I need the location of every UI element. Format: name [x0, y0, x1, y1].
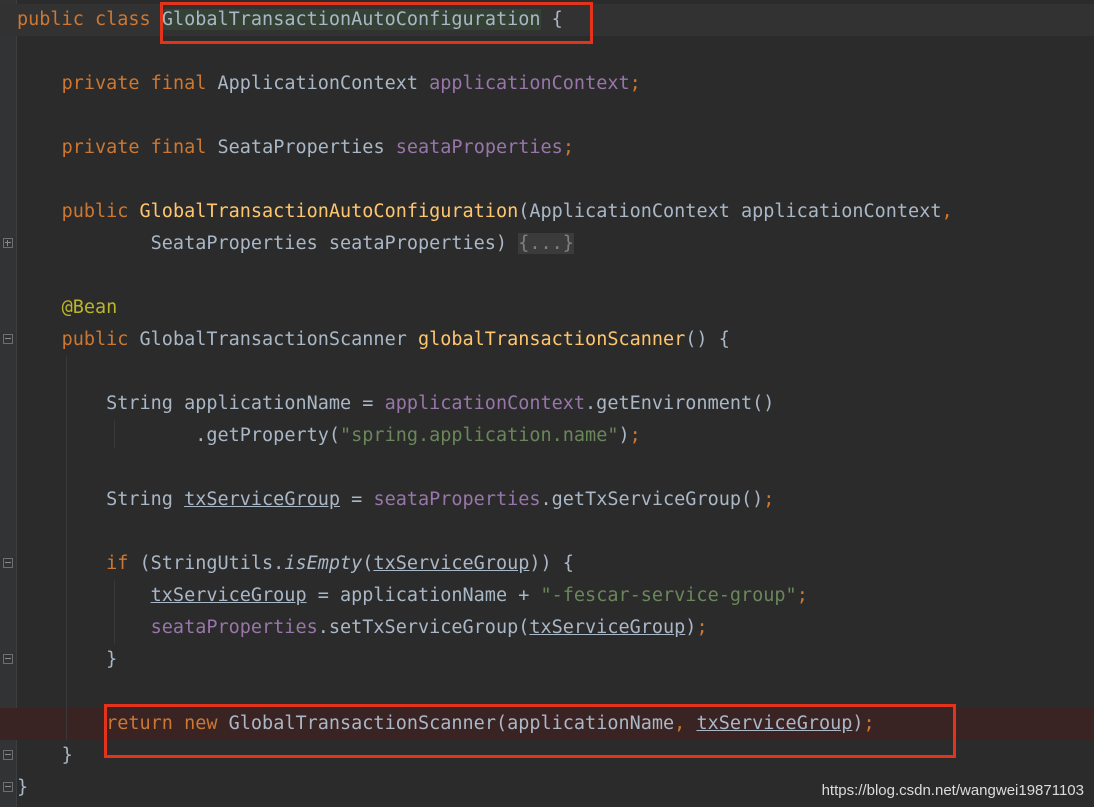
- equals: =: [340, 489, 374, 510]
- keyword-public: public: [61, 201, 129, 222]
- code-line-setter[interactable]: seataProperties.setTxServiceGroup(txServ…: [17, 612, 708, 644]
- close-brace: }: [17, 777, 29, 798]
- decl-type: String: [106, 489, 185, 510]
- decl-text: String applicationName =: [106, 393, 385, 414]
- code-line-field-seata-props[interactable]: private final SeataProperties seataPrope…: [17, 132, 574, 164]
- field-type: SeataProperties: [217, 137, 385, 158]
- semicolon: ;: [562, 137, 574, 158]
- close-paren: ): [685, 617, 697, 638]
- fold-collapse-icon[interactable]: [3, 654, 13, 664]
- field-name: seataProperties: [395, 137, 563, 158]
- highlight-box-return: [104, 704, 956, 758]
- fold-expand-icon[interactable]: [3, 238, 13, 248]
- if-close: )) {: [529, 553, 574, 574]
- fold-collapse-icon[interactable]: [3, 782, 13, 792]
- static-method: isEmpty: [284, 553, 363, 574]
- code-line-ctor-decl[interactable]: public GlobalTransactionAutoConfiguratio…: [17, 196, 953, 228]
- field-name: applicationContext: [429, 73, 630, 94]
- code-line-class-close[interactable]: }: [17, 772, 28, 804]
- fold-collapse-icon[interactable]: [3, 334, 13, 344]
- editor-gutter: [0, 0, 16, 807]
- method-call: .getTxServiceGroup(): [540, 489, 764, 510]
- semicolon: ;: [763, 489, 775, 510]
- semicolon: ;: [629, 73, 641, 94]
- string-literal: "spring.application.name": [340, 425, 619, 446]
- watermark-text: https://blog.csdn.net/wangwei19871103: [821, 782, 1084, 799]
- return-type: GlobalTransactionScanner: [139, 329, 407, 350]
- field-ref: seataProperties: [373, 489, 541, 510]
- ctor-name: GlobalTransactionAutoConfiguration: [139, 201, 519, 222]
- code-line-tx-group[interactable]: String txServiceGroup = seataProperties.…: [17, 484, 774, 516]
- semicolon: ;: [696, 617, 708, 638]
- folded-body[interactable]: {...}: [518, 233, 574, 254]
- keyword-public: public: [61, 329, 129, 350]
- field-ref: applicationContext: [384, 393, 586, 414]
- comma: ,: [941, 201, 953, 222]
- code-line-assign[interactable]: txServiceGroup = applicationName + "-fes…: [17, 580, 808, 612]
- open-paren: (: [362, 553, 374, 574]
- variable-tx-group: txServiceGroup: [150, 585, 307, 606]
- close-paren: ): [618, 425, 630, 446]
- code-line-ctor-params[interactable]: SeataProperties seataProperties) {...}: [17, 228, 574, 260]
- field-type: ApplicationContext: [217, 73, 418, 94]
- field-ref: seataProperties: [150, 617, 318, 638]
- ctor-params: (ApplicationContext applicationContext: [518, 201, 942, 222]
- annotation-bean: @Bean: [61, 297, 118, 318]
- code-line-if[interactable]: if (StringUtils.isEmpty(txServiceGroup))…: [17, 548, 574, 580]
- keyword-public: public: [17, 9, 84, 30]
- code-line-method-close[interactable]: }: [17, 740, 73, 772]
- fold-collapse-icon[interactable]: [3, 558, 13, 568]
- close-brace: }: [61, 745, 73, 766]
- keyword-final: final: [150, 73, 207, 94]
- keyword-private: private: [61, 73, 140, 94]
- method-call: .getProperty(: [195, 425, 341, 446]
- code-line-field-app-context[interactable]: private final ApplicationContext applica…: [17, 68, 641, 100]
- assign-mid: = applicationName +: [306, 585, 541, 606]
- variable-tx-group: txServiceGroup: [373, 553, 530, 574]
- method-name: globalTransactionScanner: [417, 329, 686, 350]
- keyword-if: if: [106, 553, 129, 574]
- code-editor[interactable]: public class GlobalTransactionAutoConfig…: [0, 0, 1094, 807]
- string-literal: "-fescar-service-group": [540, 585, 797, 606]
- if-open: (StringUtils.: [128, 553, 285, 574]
- fold-collapse-icon[interactable]: [3, 750, 13, 760]
- variable-tx-group: txServiceGroup: [184, 489, 341, 510]
- variable-tx-group: txServiceGroup: [529, 617, 686, 638]
- code-line-get-property[interactable]: .getProperty("spring.application.name");: [17, 420, 641, 452]
- semicolon: ;: [629, 425, 641, 446]
- semicolon: ;: [796, 585, 808, 606]
- code-line-annotation[interactable]: @Bean: [17, 292, 118, 324]
- ctor-params-2: SeataProperties seataProperties): [150, 233, 519, 254]
- method-call: .setTxServiceGroup(: [317, 617, 530, 638]
- method-call: .getEnvironment(): [585, 393, 775, 414]
- code-line-if-close[interactable]: }: [17, 644, 117, 676]
- code-line-method-decl[interactable]: public GlobalTransactionScanner globalTr…: [17, 324, 730, 356]
- code-line-app-name[interactable]: String applicationName = applicationCont…: [17, 388, 774, 420]
- close-brace: }: [106, 649, 118, 670]
- method-rest: () {: [685, 329, 730, 350]
- keyword-class: class: [94, 9, 151, 30]
- keyword-final: final: [150, 137, 207, 158]
- highlight-box-class-name: [160, 2, 593, 44]
- keyword-private: private: [61, 137, 140, 158]
